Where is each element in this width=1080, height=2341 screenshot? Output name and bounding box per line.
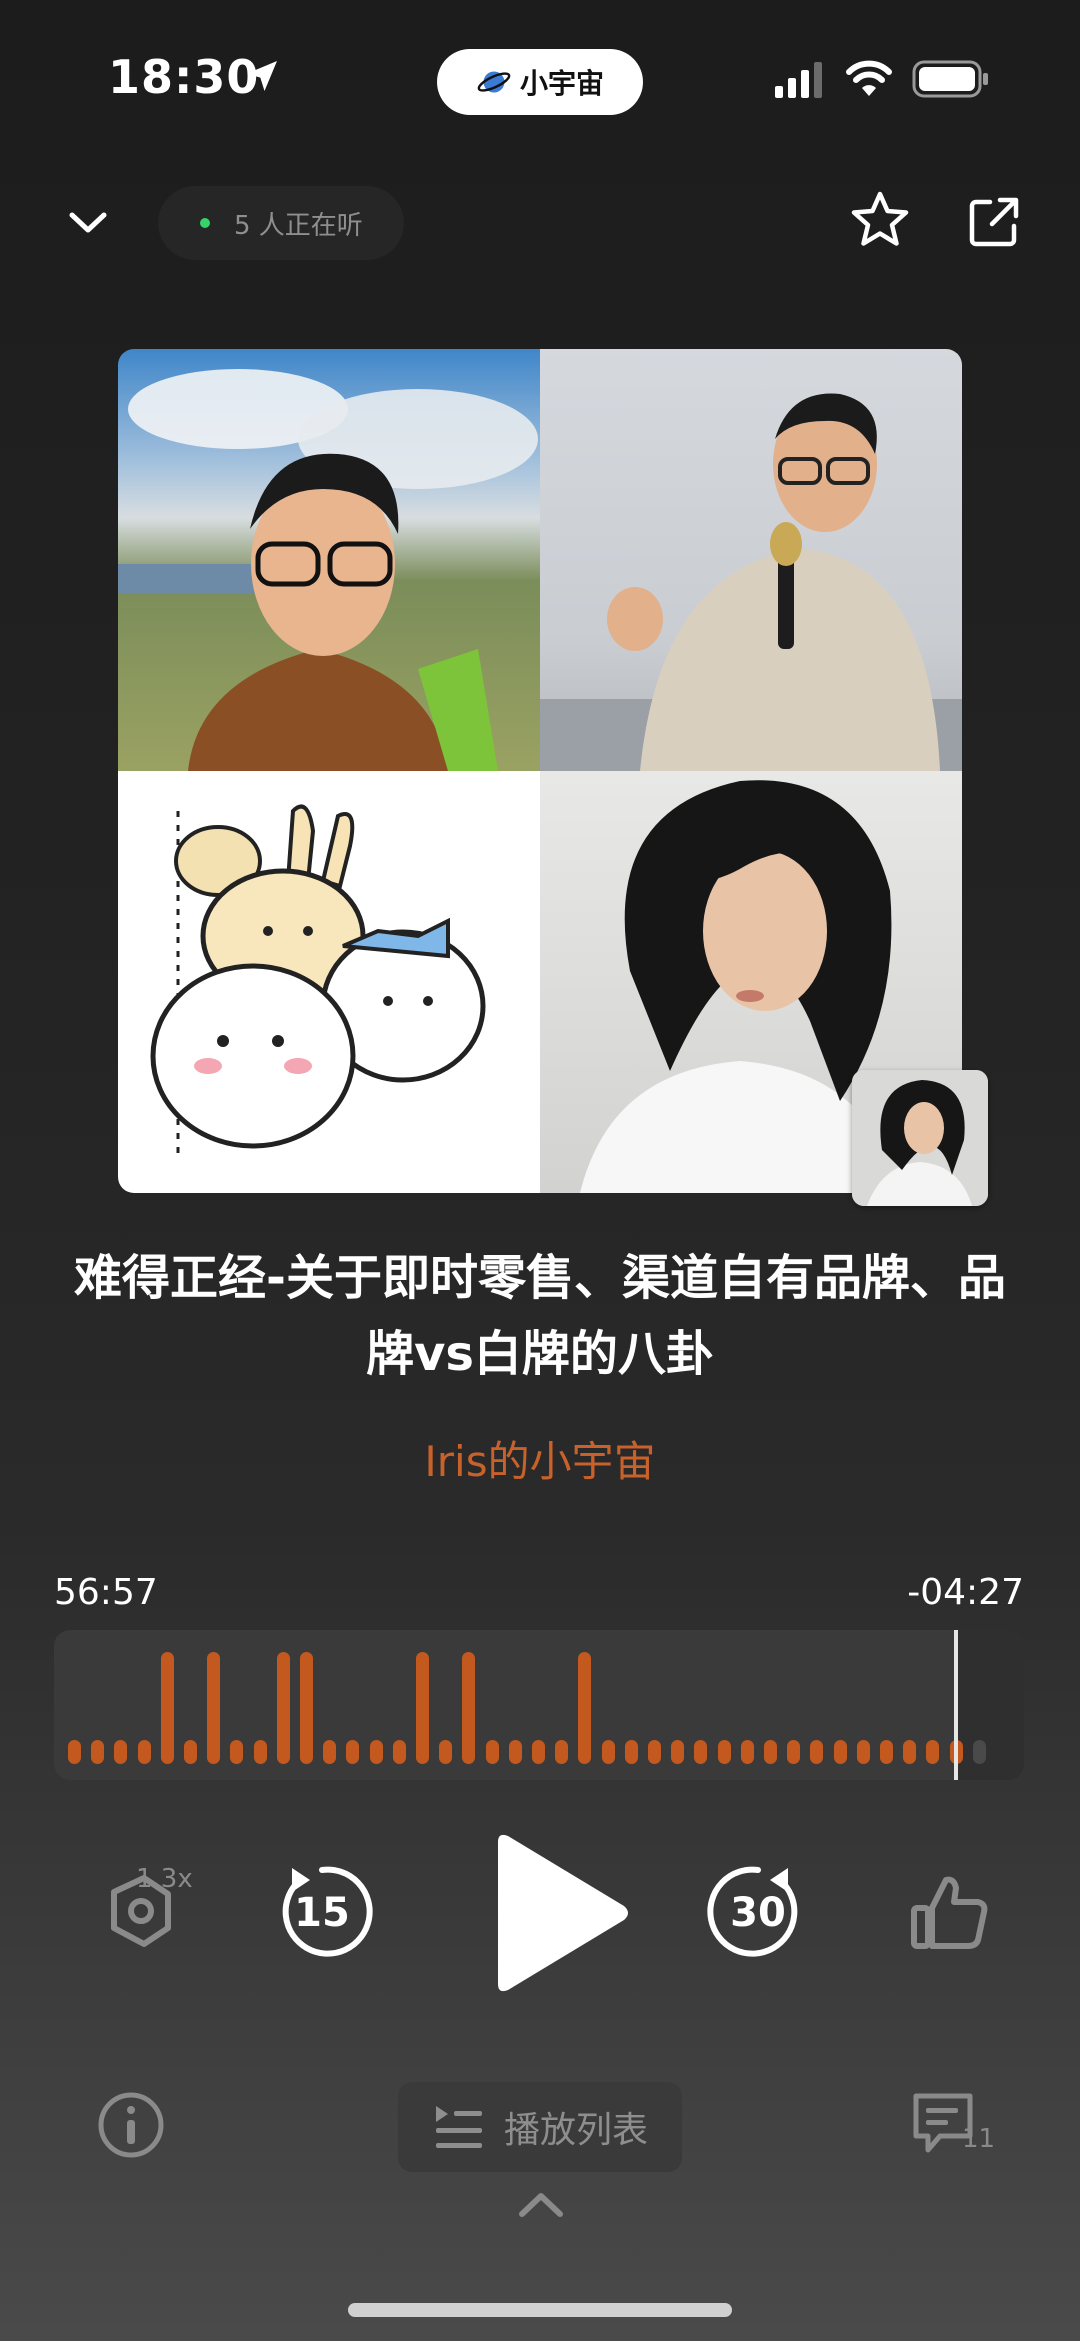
episode-cover	[118, 349, 962, 1193]
waveform-bar	[856, 1740, 870, 1764]
waveform-bar	[578, 1652, 592, 1764]
waveform-bar	[416, 1652, 429, 1764]
episode-title: 难得正经-关于即时零售、渠道自有品牌、品牌vs白牌的八卦	[74, 1250, 1006, 1382]
share-icon[interactable]	[964, 192, 1024, 252]
rewind-15-icon: 15	[282, 1866, 373, 1957]
home-indicator[interactable]	[348, 2303, 732, 2317]
elapsed-time: 56:57	[54, 1572, 158, 1613]
playhead[interactable]	[954, 1630, 958, 1780]
thumbs-up-icon[interactable]	[908, 1870, 992, 1954]
playlist-icon	[435, 2106, 482, 2148]
host-avatar-thumbnail[interactable]	[852, 1070, 988, 1206]
star-icon[interactable]	[848, 188, 912, 252]
waveform-bar	[648, 1740, 661, 1764]
waveform-bar	[532, 1740, 545, 1764]
cover-photo-speaker	[540, 349, 962, 771]
waveform-bar	[624, 1740, 638, 1764]
app-pill-label: 小宇宙	[519, 67, 604, 100]
forward-30-button[interactable]: 30	[706, 1860, 810, 1964]
waveform-bar	[369, 1740, 383, 1764]
waveform-bar	[833, 1740, 847, 1764]
waveform-bar	[346, 1740, 360, 1764]
waveform-bar	[160, 1652, 174, 1764]
location-arrow-icon	[247, 61, 277, 91]
waveform-bar	[392, 1740, 406, 1764]
waveform-bar	[462, 1652, 476, 1764]
waveform-scrubber[interactable]	[54, 1630, 1024, 1780]
waveform-bar	[114, 1740, 128, 1764]
waveform-bar	[601, 1740, 615, 1764]
waveform-bar	[926, 1740, 940, 1764]
waveform-bar	[694, 1740, 708, 1764]
remaining-time: -04:27	[907, 1572, 1024, 1613]
waveform-bar	[740, 1740, 754, 1764]
comment-count: 11	[962, 2124, 996, 2154]
waveform-bar	[207, 1652, 221, 1764]
play-icon[interactable]	[484, 1828, 634, 1998]
chevron-up-icon[interactable]	[516, 2186, 566, 2222]
waveform-bar	[903, 1740, 917, 1764]
planet-icon	[477, 71, 511, 93]
waveform-bar	[276, 1652, 290, 1764]
speed-label: 1.3x	[136, 1864, 193, 1894]
waveform-bar	[880, 1740, 893, 1764]
waveform-bar	[137, 1740, 151, 1764]
live-dot-icon	[200, 218, 210, 228]
waveform-bar	[439, 1740, 453, 1764]
chevron-down-icon[interactable]	[64, 198, 112, 246]
cover-cartoon-illustration	[118, 771, 540, 1193]
waveform-bar	[764, 1740, 777, 1764]
cover-photo-man-outdoors	[118, 349, 540, 771]
playlist-button[interactable]: 播放列表	[398, 2082, 682, 2172]
waveform-bar	[485, 1740, 499, 1764]
waveform-bar	[508, 1740, 522, 1764]
waveform-bar	[717, 1740, 731, 1764]
app-pill[interactable]: 小宇宙	[437, 49, 643, 115]
battery-icon	[912, 60, 988, 98]
signal-icon	[775, 62, 822, 98]
listener-count: 5 人正在听	[234, 210, 363, 241]
waveform-bar	[555, 1740, 569, 1764]
waveform-bar	[972, 1740, 986, 1764]
waveform-bar	[184, 1740, 197, 1764]
waveform-bar	[810, 1740, 824, 1764]
status-time: 18:30	[108, 50, 260, 104]
waveform-bar	[91, 1740, 105, 1764]
podcast-channel-link[interactable]: Iris的小宇宙	[0, 1428, 1080, 1489]
wifi-icon	[846, 60, 892, 96]
waveform-bar	[300, 1652, 313, 1764]
listener-count-pill: 5 人正在听	[158, 186, 404, 260]
waveform-bar	[68, 1740, 81, 1764]
forward-30-icon: 30	[707, 1866, 798, 1957]
waveform-bar	[230, 1740, 244, 1764]
waveform-bar	[253, 1740, 267, 1764]
waveform-bar	[787, 1740, 801, 1764]
info-icon[interactable]	[96, 2090, 166, 2160]
forward-seconds: 30	[730, 1890, 786, 1936]
waveform-bar	[323, 1740, 337, 1764]
playlist-label: 播放列表	[503, 2110, 648, 2151]
rewind-seconds: 15	[294, 1890, 350, 1936]
rewind-15-button[interactable]: 15	[270, 1860, 374, 1964]
waveform-bar	[671, 1740, 685, 1764]
